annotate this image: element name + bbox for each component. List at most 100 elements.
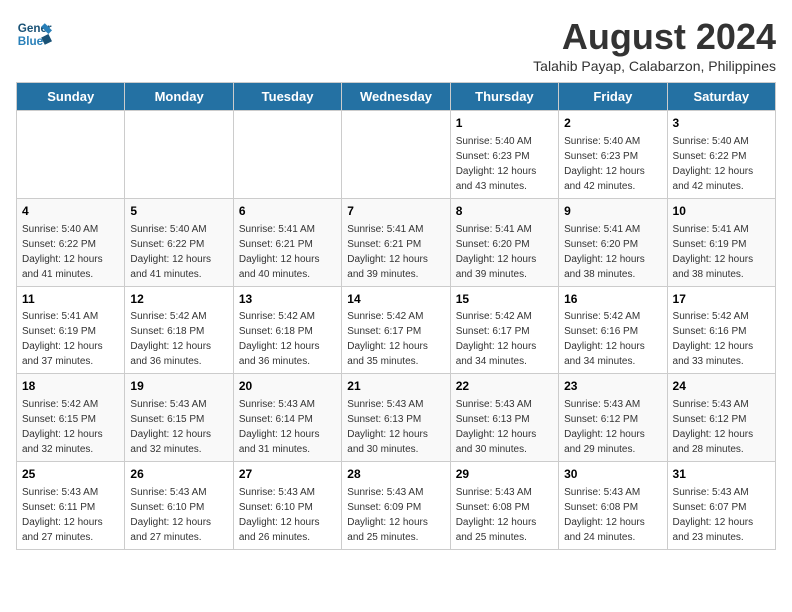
day-header-saturday: Saturday (667, 83, 775, 111)
subtitle: Talahib Payap, Calabarzon, Philippines (533, 58, 776, 74)
day-number: 21 (347, 378, 444, 395)
day-info: Sunrise: 5:43 AM Sunset: 6:10 PM Dayligh… (239, 485, 336, 545)
calendar-cell: 13Sunrise: 5:42 AM Sunset: 6:18 PM Dayli… (233, 286, 341, 374)
day-number: 18 (22, 378, 119, 395)
calendar-cell: 1Sunrise: 5:40 AM Sunset: 6:23 PM Daylig… (450, 111, 558, 199)
day-info: Sunrise: 5:40 AM Sunset: 6:23 PM Dayligh… (564, 134, 661, 194)
day-number: 9 (564, 203, 661, 220)
calendar-cell: 30 Sunrise: 5:43 AM Sunset: 6:08 PM Dayli… (559, 462, 667, 550)
week-row-5: 25 Sunrise: 5:43 AM Sunset: 6:11 PM Dayli… (17, 462, 776, 550)
day-number: 10 (673, 203, 770, 220)
calendar-cell: 25 Sunrise: 5:43 AM Sunset: 6:11 PM Dayli… (17, 462, 125, 550)
day-number: 22 (456, 378, 553, 395)
day-number: 15 (456, 291, 553, 308)
day-info: Sunrise: 5:43 AM Sunset: 6:14 PM Dayligh… (239, 397, 336, 457)
calendar-cell: 15Sunrise: 5:42 AM Sunset: 6:17 PM Dayli… (450, 286, 558, 374)
day-number: 23 (564, 378, 661, 395)
day-number: 12 (130, 291, 227, 308)
day-info: Sunrise: 5:42 AM Sunset: 6:16 PM Dayligh… (564, 309, 661, 369)
day-info: Sunrise: 5:43 AM Sunset: 6:13 PM Dayligh… (456, 397, 553, 457)
day-number: 31 (673, 466, 770, 483)
calendar-cell: 22 Sunrise: 5:43 AM Sunset: 6:13 PM Dayli… (450, 374, 558, 462)
day-info: Sunrise: 5:43 AM Sunset: 6:08 PM Dayligh… (564, 485, 661, 545)
week-row-4: 18 Sunrise: 5:42 AM Sunset: 6:15 PM Dayli… (17, 374, 776, 462)
calendar-cell: 2 Sunrise: 5:40 AM Sunset: 6:23 PM Daylig… (559, 111, 667, 199)
calendar-table: SundayMondayTuesdayWednesdayThursdayFrid… (16, 82, 776, 550)
day-number: 8 (456, 203, 553, 220)
svg-text:Blue: Blue (18, 35, 44, 48)
calendar-cell: 17Sunrise: 5:42 AM Sunset: 6:16 PM Dayli… (667, 286, 775, 374)
day-info: Sunrise: 5:43 AM Sunset: 6:10 PM Dayligh… (130, 485, 227, 545)
calendar-cell: 3Sunrise: 5:40 AM Sunset: 6:22 PM Daylig… (667, 111, 775, 199)
calendar-cell: 4 Sunrise: 5:40 AM Sunset: 6:22 PM Daylig… (17, 198, 125, 286)
day-info: Sunrise: 5:41 AM Sunset: 6:21 PM Dayligh… (239, 222, 336, 282)
main-title: August 2024 (533, 16, 776, 58)
day-number: 7 (347, 203, 444, 220)
calendar-cell: 27 Sunrise: 5:43 AM Sunset: 6:10 PM Dayli… (233, 462, 341, 550)
day-number: 17 (673, 291, 770, 308)
day-number: 19 (130, 378, 227, 395)
day-info: Sunrise: 5:40 AM Sunset: 6:22 PM Dayligh… (22, 222, 119, 282)
calendar-cell: 18 Sunrise: 5:42 AM Sunset: 6:15 PM Dayli… (17, 374, 125, 462)
calendar-cell: 29 Sunrise: 5:43 AM Sunset: 6:08 PM Dayli… (450, 462, 558, 550)
calendar-cell (125, 111, 233, 199)
week-row-1: 1Sunrise: 5:40 AM Sunset: 6:23 PM Daylig… (17, 111, 776, 199)
logo-icon: General Blue (16, 16, 52, 52)
day-header-sunday: Sunday (17, 83, 125, 111)
day-number: 16 (564, 291, 661, 308)
day-info: Sunrise: 5:43 AM Sunset: 6:09 PM Dayligh… (347, 485, 444, 545)
day-number: 20 (239, 378, 336, 395)
calendar-cell: 6 Sunrise: 5:41 AM Sunset: 6:21 PM Daylig… (233, 198, 341, 286)
day-number: 26 (130, 466, 227, 483)
day-info: Sunrise: 5:43 AM Sunset: 6:08 PM Dayligh… (456, 485, 553, 545)
day-number: 24 (673, 378, 770, 395)
day-info: Sunrise: 5:42 AM Sunset: 6:15 PM Dayligh… (22, 397, 119, 457)
calendar-cell (342, 111, 450, 199)
day-info: Sunrise: 5:43 AM Sunset: 6:12 PM Dayligh… (673, 397, 770, 457)
day-info: Sunrise: 5:40 AM Sunset: 6:23 PM Dayligh… (456, 134, 553, 194)
calendar-cell: 21 Sunrise: 5:43 AM Sunset: 6:13 PM Dayli… (342, 374, 450, 462)
page-header: General Blue August 2024 Talahib Payap, … (16, 16, 776, 74)
day-info: Sunrise: 5:41 AM Sunset: 6:21 PM Dayligh… (347, 222, 444, 282)
day-header-wednesday: Wednesday (342, 83, 450, 111)
day-number: 25 (22, 466, 119, 483)
day-number: 29 (456, 466, 553, 483)
logo: General Blue (16, 16, 52, 52)
calendar-cell: 5 Sunrise: 5:40 AM Sunset: 6:22 PM Daylig… (125, 198, 233, 286)
day-number: 3 (673, 115, 770, 132)
day-number: 27 (239, 466, 336, 483)
day-number: 4 (22, 203, 119, 220)
day-info: Sunrise: 5:40 AM Sunset: 6:22 PM Dayligh… (130, 222, 227, 282)
day-info: Sunrise: 5:41 AM Sunset: 6:20 PM Dayligh… (456, 222, 553, 282)
day-header-friday: Friday (559, 83, 667, 111)
day-number: 6 (239, 203, 336, 220)
calendar-cell: 7 Sunrise: 5:41 AM Sunset: 6:21 PM Daylig… (342, 198, 450, 286)
day-info: Sunrise: 5:43 AM Sunset: 6:12 PM Dayligh… (564, 397, 661, 457)
calendar-cell: 10Sunrise: 5:41 AM Sunset: 6:19 PM Dayli… (667, 198, 775, 286)
day-number: 13 (239, 291, 336, 308)
calendar-cell: 24 Sunrise: 5:43 AM Sunset: 6:12 PM Dayli… (667, 374, 775, 462)
calendar-cell: 16Sunrise: 5:42 AM Sunset: 6:16 PM Dayli… (559, 286, 667, 374)
day-header-thursday: Thursday (450, 83, 558, 111)
day-info: Sunrise: 5:43 AM Sunset: 6:15 PM Dayligh… (130, 397, 227, 457)
day-header-tuesday: Tuesday (233, 83, 341, 111)
day-number: 14 (347, 291, 444, 308)
day-info: Sunrise: 5:43 AM Sunset: 6:11 PM Dayligh… (22, 485, 119, 545)
week-row-2: 4 Sunrise: 5:40 AM Sunset: 6:22 PM Daylig… (17, 198, 776, 286)
calendar-cell: 14Sunrise: 5:42 AM Sunset: 6:17 PM Dayli… (342, 286, 450, 374)
week-row-3: 11Sunrise: 5:41 AM Sunset: 6:19 PM Dayli… (17, 286, 776, 374)
calendar-cell: 20 Sunrise: 5:43 AM Sunset: 6:14 PM Dayli… (233, 374, 341, 462)
day-number: 5 (130, 203, 227, 220)
day-number: 2 (564, 115, 661, 132)
day-info: Sunrise: 5:43 AM Sunset: 6:13 PM Dayligh… (347, 397, 444, 457)
calendar-cell: 23 Sunrise: 5:43 AM Sunset: 6:12 PM Dayli… (559, 374, 667, 462)
day-info: Sunrise: 5:42 AM Sunset: 6:17 PM Dayligh… (456, 309, 553, 369)
calendar-cell: 8 Sunrise: 5:41 AM Sunset: 6:20 PM Daylig… (450, 198, 558, 286)
calendar-cell: 28Sunrise: 5:43 AM Sunset: 6:09 PM Dayli… (342, 462, 450, 550)
day-number: 30 (564, 466, 661, 483)
day-info: Sunrise: 5:42 AM Sunset: 6:17 PM Dayligh… (347, 309, 444, 369)
calendar-cell (233, 111, 341, 199)
day-info: Sunrise: 5:41 AM Sunset: 6:19 PM Dayligh… (22, 309, 119, 369)
calendar-cell (17, 111, 125, 199)
day-info: Sunrise: 5:41 AM Sunset: 6:20 PM Dayligh… (564, 222, 661, 282)
